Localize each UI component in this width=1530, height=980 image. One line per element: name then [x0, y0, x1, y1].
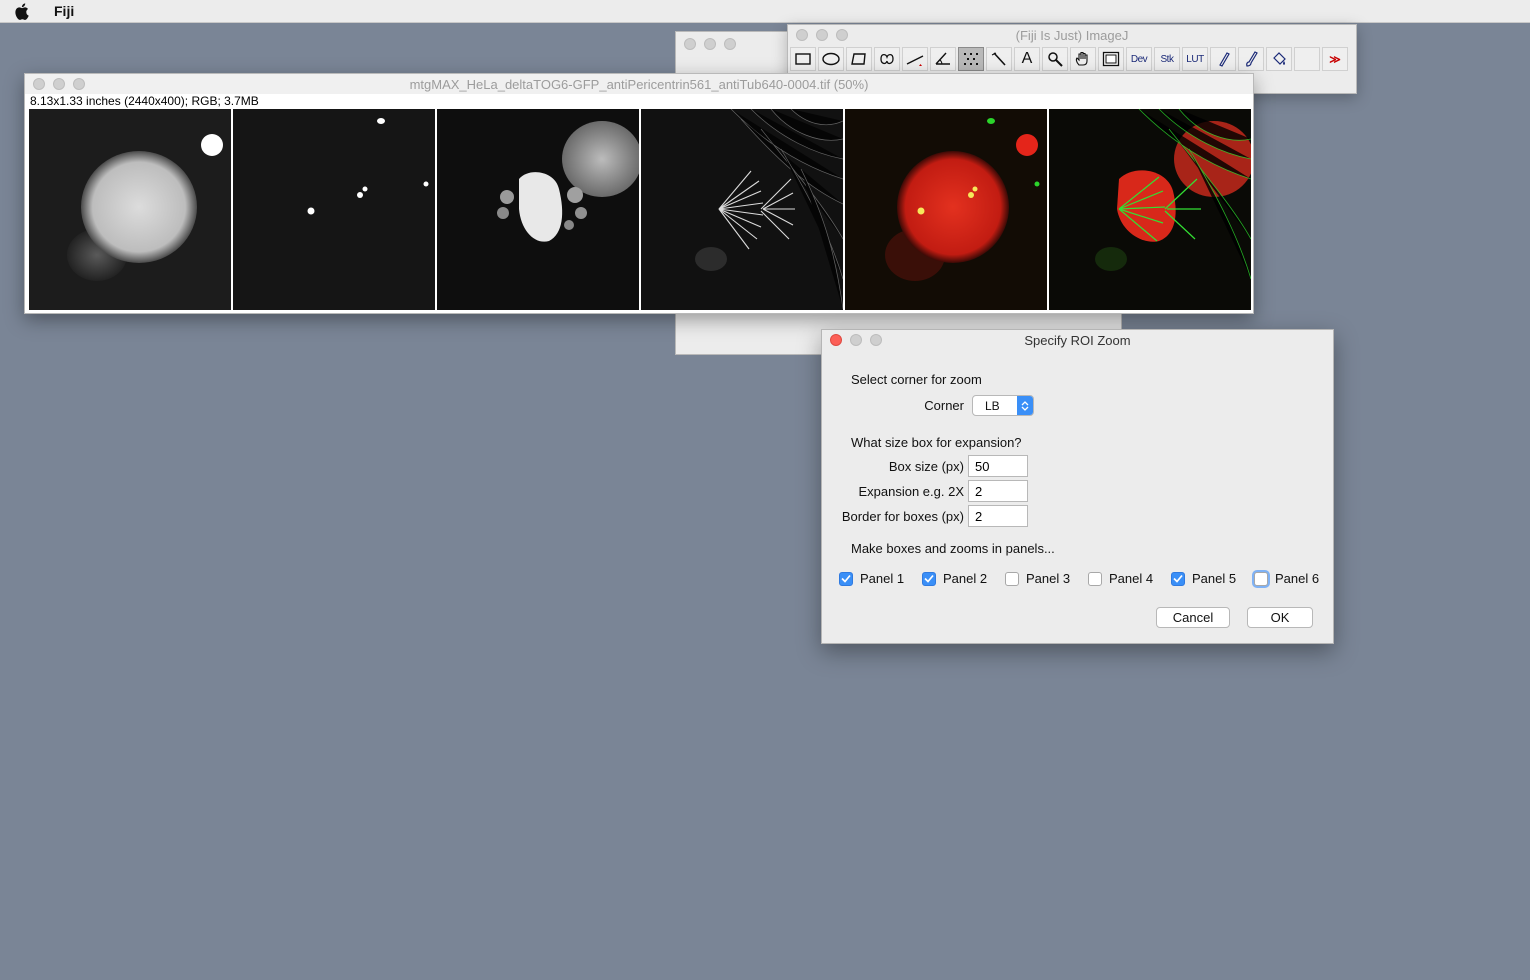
dialog-title: Specify ROI Zoom [1024, 332, 1131, 348]
polygon-tool-icon[interactable] [846, 47, 872, 71]
image-canvas[interactable] [29, 109, 1251, 310]
corner-label: Corner [924, 398, 964, 413]
zoom-icon[interactable] [724, 38, 736, 50]
panel-4-label: Panel 4 [1109, 571, 1154, 586]
lut-menu-label: LUT [1186, 53, 1204, 65]
lut-menu-button[interactable]: LUT [1182, 47, 1208, 71]
zoom-icon[interactable] [836, 29, 848, 41]
panel-1-checkbox[interactable]: Panel 1 [839, 571, 904, 586]
dev-menu-label: Dev [1130, 53, 1148, 65]
brush-tool-icon[interactable] [1238, 47, 1264, 71]
more-tools-button[interactable]: ≫ [1322, 47, 1348, 71]
panel-1-label: Panel 1 [860, 571, 905, 586]
window-controls [684, 38, 736, 50]
corner-heading: Select corner for zoom [851, 372, 982, 387]
image-panel-4[interactable] [641, 109, 843, 310]
cancel-button[interactable]: Cancel [1156, 607, 1230, 628]
panel-4-checkbox[interactable]: Panel 4 [1088, 571, 1153, 586]
checkbox-empty-icon [1005, 571, 1019, 586]
ok-button[interactable]: OK [1247, 607, 1313, 628]
menu-bar: Fiji [0, 0, 1530, 23]
window-title: (Fiji Is Just) ImageJ [1015, 27, 1129, 43]
checkmark-icon [839, 571, 853, 586]
image-panel-3[interactable] [437, 109, 639, 310]
window-title: mtgMAX_HeLa_deltaTOG6-GFP_antiPericentri… [409, 76, 869, 92]
window-controls [33, 78, 85, 90]
apple-menu-icon[interactable] [14, 2, 42, 20]
zoom-icon[interactable] [870, 334, 882, 346]
toolbar-titlebar[interactable]: (Fiji Is Just) ImageJ [788, 25, 1356, 45]
specify-roi-zoom-dialog: Specify ROI Zoom Select corner for zoom … [821, 329, 1334, 644]
panels-heading: Make boxes and zooms in panels... [851, 541, 1055, 556]
updown-chevron-icon [1017, 396, 1033, 415]
checkbox-empty-icon [1254, 571, 1268, 586]
freehand-tool-icon[interactable] [874, 47, 900, 71]
image-titlebar[interactable]: mtgMAX_HeLa_deltaTOG6-GFP_antiPericentri… [25, 74, 1253, 94]
size-heading: What size box for expansion? [851, 435, 1022, 450]
zoom-icon[interactable] [73, 78, 85, 90]
stk-menu-button[interactable]: Stk [1154, 47, 1180, 71]
text-tool-icon[interactable]: A [1014, 47, 1040, 71]
close-icon[interactable] [33, 78, 45, 90]
panel-2-label: Panel 2 [943, 571, 988, 586]
image-panel-5[interactable] [845, 109, 1047, 310]
checkmark-icon [922, 571, 936, 586]
box-size-input[interactable] [968, 455, 1028, 477]
window-controls [830, 334, 882, 346]
box-size-label: Box size (px) [888, 459, 964, 474]
close-icon[interactable] [830, 334, 842, 346]
image-panel-2[interactable] [233, 109, 435, 310]
rectangle-tool-icon[interactable] [790, 47, 816, 71]
panel-6-label: Panel 6 [1275, 571, 1320, 586]
app-menu[interactable]: Fiji [54, 3, 74, 19]
expansion-input[interactable] [968, 480, 1028, 502]
panel-5-label: Panel 5 [1192, 571, 1237, 586]
panel-2-checkbox[interactable]: Panel 2 [922, 571, 987, 586]
image-window: mtgMAX_HeLa_deltaTOG6-GFP_antiPericentri… [24, 73, 1254, 314]
window-controls [796, 29, 848, 41]
color-picker-icon[interactable] [1098, 47, 1124, 71]
pencil-tool-icon[interactable] [1210, 47, 1236, 71]
oval-tool-icon[interactable] [818, 47, 844, 71]
close-icon[interactable] [796, 29, 808, 41]
dialog-titlebar[interactable]: Specify ROI Zoom [822, 330, 1333, 350]
image-panel-1[interactable] [29, 109, 231, 310]
image-panel-6[interactable] [1049, 109, 1251, 310]
minimize-icon[interactable] [704, 38, 716, 50]
more-tools-label: ≫ [1329, 53, 1341, 66]
dev-menu-button[interactable]: Dev [1126, 47, 1152, 71]
corner-select-value: LB [985, 398, 1000, 413]
image-info: 8.13x1.33 inches (2440x400); RGB; 3.7MB [30, 94, 259, 108]
wand-tool-icon[interactable] [986, 47, 1012, 71]
hand-tool-icon[interactable] [1070, 47, 1096, 71]
checkbox-empty-icon [1088, 571, 1102, 586]
close-icon[interactable] [684, 38, 696, 50]
panel-5-checkbox[interactable]: Panel 5 [1171, 571, 1236, 586]
magnifier-tool-icon[interactable] [1042, 47, 1068, 71]
point-tool-icon[interactable] [958, 47, 984, 71]
corner-select[interactable]: LB [972, 395, 1034, 416]
line-tool-icon[interactable] [902, 47, 928, 71]
minimize-icon[interactable] [850, 334, 862, 346]
text-tool-label: A [1021, 50, 1033, 67]
empty-tool-slot [1294, 47, 1320, 71]
panel-3-checkbox[interactable]: Panel 3 [1005, 571, 1070, 586]
tool-bar: A Dev Stk LUT ≫ [788, 45, 1356, 71]
checkmark-icon [1171, 571, 1185, 586]
stk-menu-label: Stk [1160, 53, 1174, 65]
minimize-icon[interactable] [816, 29, 828, 41]
panel-6-checkbox[interactable]: Panel 6 [1254, 571, 1319, 586]
minimize-icon[interactable] [53, 78, 65, 90]
angle-tool-icon[interactable] [930, 47, 956, 71]
border-input[interactable] [968, 505, 1028, 527]
flood-fill-tool-icon[interactable] [1266, 47, 1292, 71]
expansion-label: Expansion e.g. 2X [858, 484, 964, 499]
background-window-top[interactable] [675, 31, 789, 77]
panel-3-label: Panel 3 [1026, 571, 1071, 586]
border-label: Border for boxes (px) [841, 509, 964, 524]
